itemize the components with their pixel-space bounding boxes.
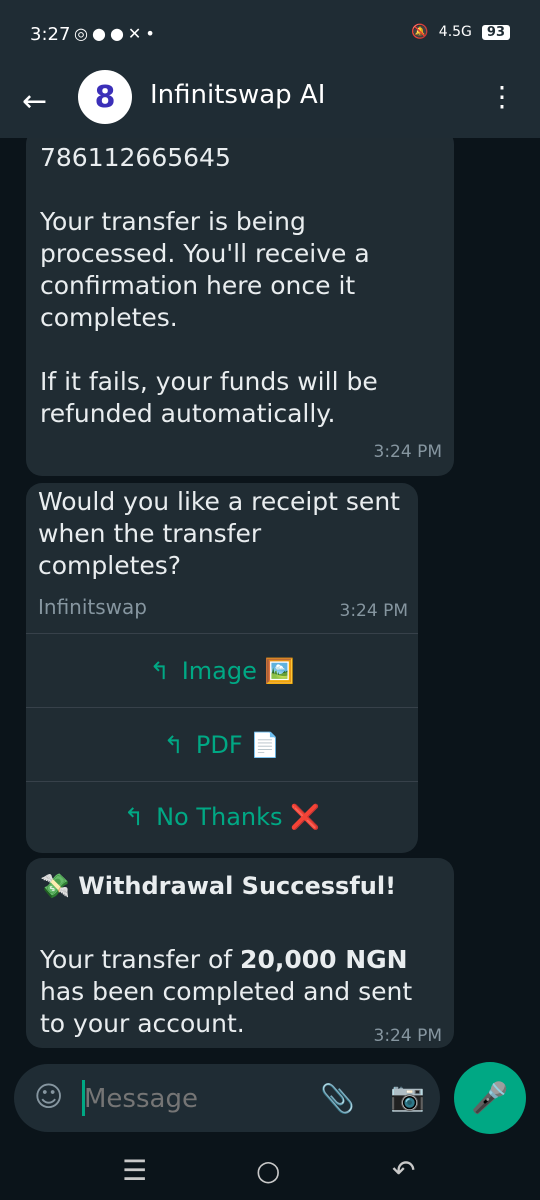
chat-title[interactable]: Infinitswap AI bbox=[150, 80, 325, 110]
back-arrow-icon[interactable]: ← bbox=[22, 84, 47, 119]
chat-area[interactable]: 786112665645 Your transfer is being proc… bbox=[0, 138, 540, 1140]
network-label: 4.5G bbox=[438, 24, 472, 40]
status-right: 🔕 4.5G 93 bbox=[411, 24, 510, 40]
message-time: 3:24 PM bbox=[339, 601, 409, 621]
x-icon: ✕ bbox=[127, 24, 146, 43]
reply-arrow-icon: ↰ bbox=[123, 803, 145, 831]
quick-reply-pdf-button[interactable]: ↰ PDF 📄 bbox=[26, 709, 418, 781]
camera-icon[interactable]: 📷 bbox=[390, 1080, 425, 1113]
text-cursor bbox=[82, 1080, 85, 1116]
mute-icon: 🔕 bbox=[411, 24, 429, 40]
sticker-icon[interactable]: ☺ bbox=[34, 1080, 63, 1113]
more-options-icon[interactable]: ⋮ bbox=[488, 80, 516, 113]
quick-reply-image-button[interactable]: ↰ Image 🖼️ bbox=[26, 635, 418, 707]
message-bubble: 💸 Withdrawal Successful! Your transfer o… bbox=[26, 858, 454, 1048]
chat-icon: ● bbox=[109, 24, 128, 43]
quick-reply-label: No Thanks ❌ bbox=[156, 803, 321, 831]
reply-arrow-icon: ↰ bbox=[163, 731, 184, 759]
quick-reply-no-thanks-button[interactable]: ↰ No Thanks ❌ bbox=[26, 781, 418, 853]
divider bbox=[26, 633, 418, 634]
message-time: 3:24 PM bbox=[373, 1026, 443, 1046]
message-time: 3:24 PM bbox=[373, 442, 443, 462]
system-nav-bar: ☰ ○ ↶ bbox=[0, 1140, 540, 1200]
message-bubble: 786112665645 Your transfer is being proc… bbox=[26, 138, 454, 476]
message-text: Would you like a receipt sent when the t… bbox=[38, 487, 408, 580]
notification-icons: ◎●●✕• bbox=[74, 24, 159, 43]
message-heading: 💸 Withdrawal Successful! bbox=[40, 872, 397, 900]
message-text-prefix: Your transfer of bbox=[40, 945, 241, 974]
message-text: 786112665645 Your transfer is being proc… bbox=[40, 143, 378, 428]
attach-icon[interactable]: 📎 bbox=[320, 1082, 355, 1115]
quick-reply-label: Image 🖼️ bbox=[181, 657, 295, 685]
dot-icon: • bbox=[145, 24, 159, 43]
transfer-amount: 20,000 NGN bbox=[240, 945, 408, 974]
chat-header: ← 8 Infinitswap AI ⋮ bbox=[0, 70, 540, 138]
status-bar: 3:27 ◎●●✕• 🔕 4.5G 93 bbox=[0, 0, 540, 70]
whatsapp-icon: ◎ bbox=[74, 24, 92, 43]
reply-arrow-icon: ↰ bbox=[149, 657, 170, 685]
message-input[interactable] bbox=[82, 1076, 306, 1122]
microphone-button[interactable]: 🎤 bbox=[454, 1062, 526, 1134]
recents-icon[interactable]: ☰ bbox=[122, 1154, 147, 1187]
microphone-icon: 🎤 bbox=[471, 1080, 509, 1116]
home-icon[interactable]: ○ bbox=[256, 1154, 280, 1187]
quick-reply-label: PDF 📄 bbox=[195, 731, 281, 759]
facebook-icon: ● bbox=[91, 24, 110, 43]
divider bbox=[26, 707, 418, 708]
battery-level: 93 bbox=[481, 24, 510, 40]
back-icon[interactable]: ↶ bbox=[392, 1154, 415, 1187]
message-bubble-with-buttons: Would you like a receipt sent when the t… bbox=[26, 483, 418, 853]
message-footer: Infinitswap bbox=[38, 595, 147, 619]
message-composer: ☺ 📎 📷 bbox=[14, 1064, 440, 1132]
avatar[interactable]: 8 bbox=[78, 70, 132, 124]
status-time: 3:27 bbox=[30, 24, 71, 45]
